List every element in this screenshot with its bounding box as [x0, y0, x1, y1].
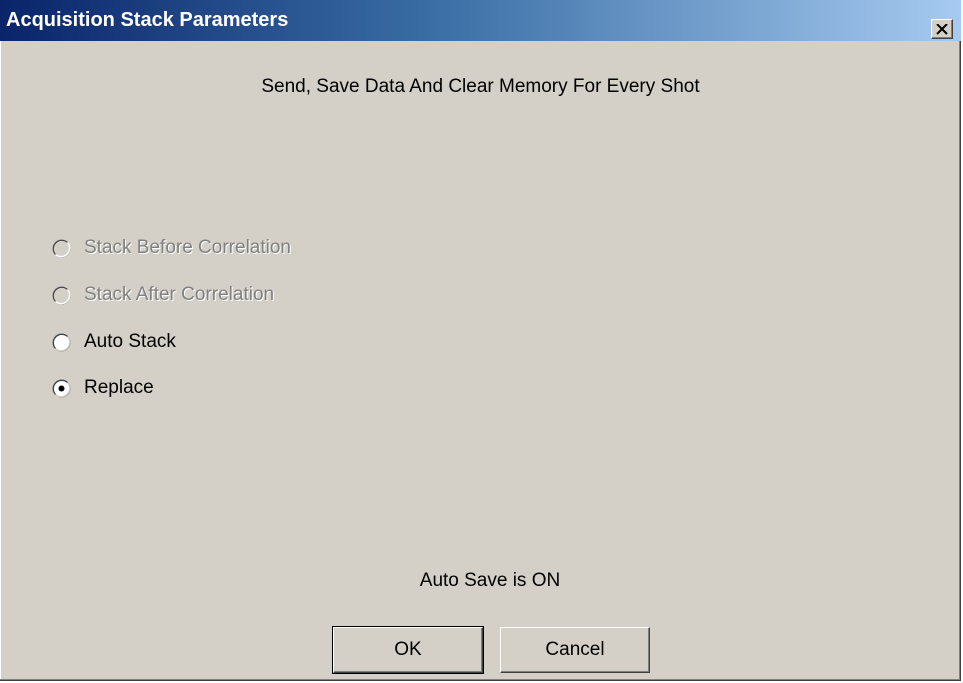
radio-button-selected-icon[interactable]: [52, 379, 71, 398]
radio-button-icon: [52, 286, 71, 304]
ok-button[interactable]: OK: [332, 626, 484, 674]
radio-button-icon[interactable]: [52, 333, 71, 352]
acquisition-stack-dialog: Acquisition Stack Parameters Send, Save …: [0, 0, 961, 681]
radio-replace[interactable]: Replace: [52, 376, 154, 400]
radio-stack-before-correlation: Stack Before Correlation: [52, 236, 291, 260]
radio-auto-stack[interactable]: Auto Stack: [52, 330, 176, 354]
radio-label[interactable]: Replace: [84, 377, 154, 399]
radio-button-icon: [52, 239, 71, 257]
auto-save-status: Auto Save is ON: [419, 570, 561, 591]
title-bar[interactable]: Acquisition Stack Parameters: [0, 0, 961, 41]
radio-label: Stack Before Correlation: [84, 237, 291, 258]
close-button[interactable]: [931, 19, 953, 39]
mode-description: Send, Save Data And Clear Memory For Eve…: [261, 76, 700, 97]
window-title: Acquisition Stack Parameters: [6, 9, 289, 31]
radio-label[interactable]: Auto Stack: [84, 331, 176, 353]
radio-label: Stack After Correlation: [84, 284, 275, 305]
radio-stack-after-correlation: Stack After Correlation: [52, 283, 274, 307]
close-icon: [936, 23, 948, 35]
cancel-button[interactable]: Cancel: [500, 627, 650, 673]
